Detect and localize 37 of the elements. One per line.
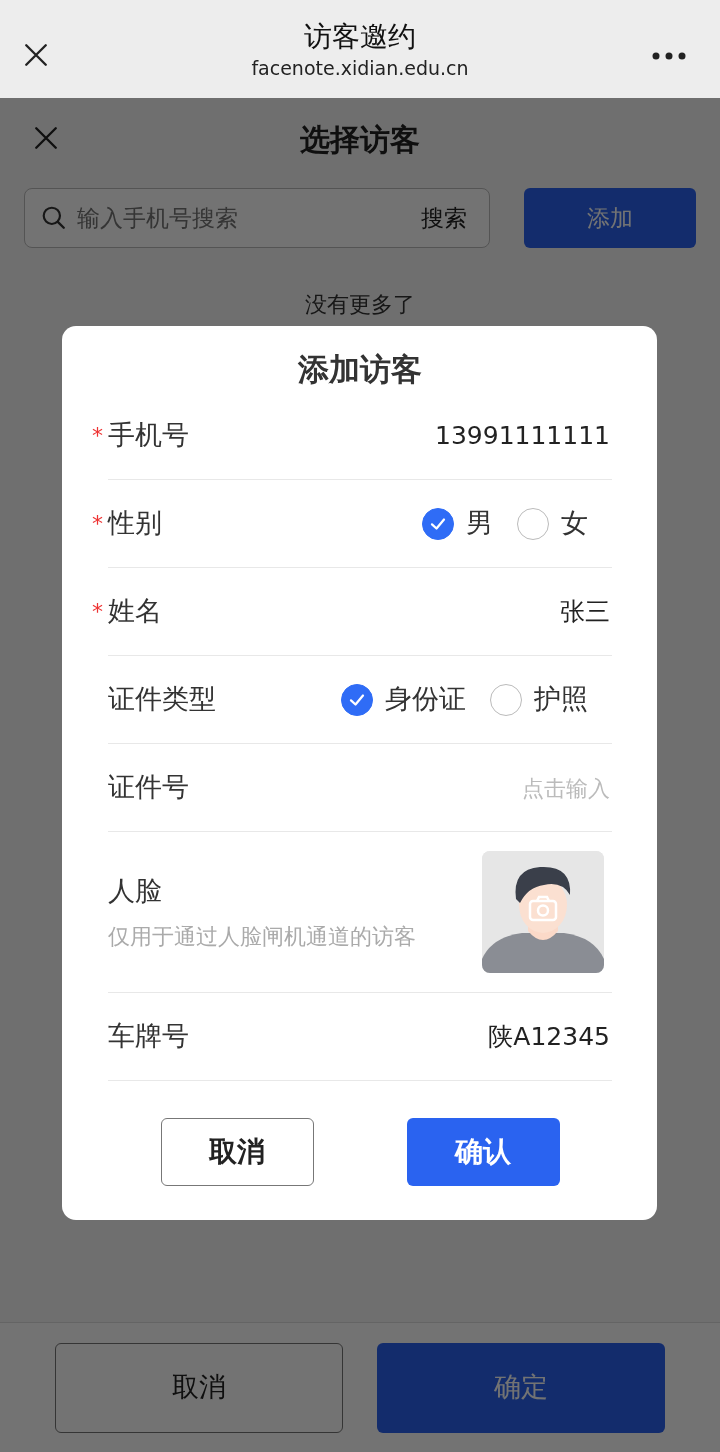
checked-radio[interactable] [422, 507, 454, 540]
input-field[interactable]: 点击输入 [412, 767, 612, 808]
cancel-button[interactable]: 取消 [160, 1118, 314, 1186]
field-label: 车牌号 [108, 1019, 189, 1054]
page-title: 选择访客 [300, 120, 420, 159]
required-mark: * [92, 422, 103, 450]
field-label: 手机号 [108, 418, 189, 453]
confirm-button[interactable]: 确认 [406, 1118, 560, 1186]
window-title: 访客邀约 [304, 19, 416, 54]
hint-text: 仅用于通过人脸闸机通道的访客 [108, 922, 416, 951]
page-url: facenote.xidian.edu.cn [251, 55, 469, 81]
field-label: 证件号 [108, 770, 189, 805]
radio-option[interactable]: 护照 [490, 679, 588, 720]
field-label: 性别 [108, 506, 162, 541]
radio-option[interactable]: 女 [517, 503, 588, 544]
radio-option[interactable]: 身份证 [341, 679, 466, 720]
search-field[interactable]: 输入手机号搜索 搜索 [24, 188, 490, 248]
cancel-button[interactable]: 取消 [55, 1342, 343, 1433]
required-mark: * [92, 598, 103, 626]
radio-button[interactable] [517, 507, 549, 540]
close-icon[interactable] [23, 42, 49, 68]
field-label: 人脸 [108, 874, 162, 909]
input-field[interactable]: 13991111111 [352, 415, 612, 456]
list-end-text: 没有更多了 [305, 292, 415, 317]
field-label: 证件类型 [108, 682, 216, 717]
checked-radio[interactable] [341, 683, 373, 716]
more-icon[interactable] [652, 52, 686, 60]
radio-option[interactable]: 男 [422, 503, 493, 544]
dialog-title: 添加访客 [298, 351, 422, 387]
input-field[interactable]: 陕A12345 [352, 1016, 612, 1057]
face-upload-button[interactable] [482, 851, 604, 973]
radio-button[interactable] [490, 683, 522, 716]
search-button[interactable]: 搜索 [415, 199, 473, 237]
search-icon [41, 205, 67, 231]
field-label: 姓名 [108, 594, 162, 629]
required-mark: * [92, 510, 103, 538]
input-field[interactable]: 张三 [352, 591, 612, 632]
